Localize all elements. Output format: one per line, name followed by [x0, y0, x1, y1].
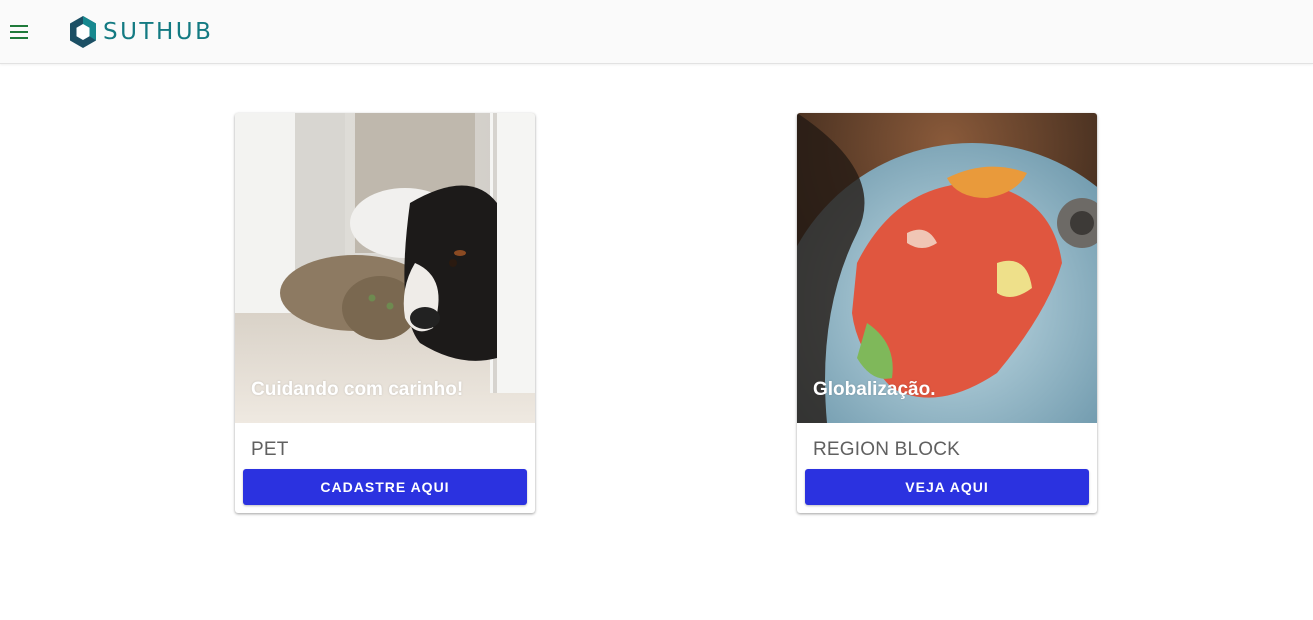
region-block-card-caption: Globalização.: [813, 379, 936, 400]
pet-card-media: Cuidando com carinho!: [235, 113, 535, 423]
hamburger-menu-icon[interactable]: [6, 20, 32, 44]
region-block-card-media: Globalização.: [797, 113, 1097, 423]
region-block-card-title: REGION BLOCK: [813, 439, 961, 460]
top-app-bar: SUTHUB: [0, 0, 1313, 64]
cat-and-dog-photo: [235, 113, 535, 423]
veja-aqui-button[interactable]: VEJA AQUI: [805, 469, 1089, 505]
pet-card-title: PET: [251, 439, 289, 460]
pet-card: Cuidando com carinho! PET CADASTRE AQUI: [235, 113, 535, 513]
brand-name: SUTHUB: [103, 19, 214, 45]
hexagon-logo-icon: [70, 16, 96, 48]
world-globe-photo: [797, 113, 1097, 423]
region-block-card: Globalização. REGION BLOCK VEJA AQUI: [797, 113, 1097, 513]
brand-logo[interactable]: SUTHUB: [69, 15, 213, 49]
cadastre-aqui-button[interactable]: CADASTRE AQUI: [243, 469, 527, 505]
pet-card-caption: Cuidando com carinho!: [251, 379, 464, 400]
